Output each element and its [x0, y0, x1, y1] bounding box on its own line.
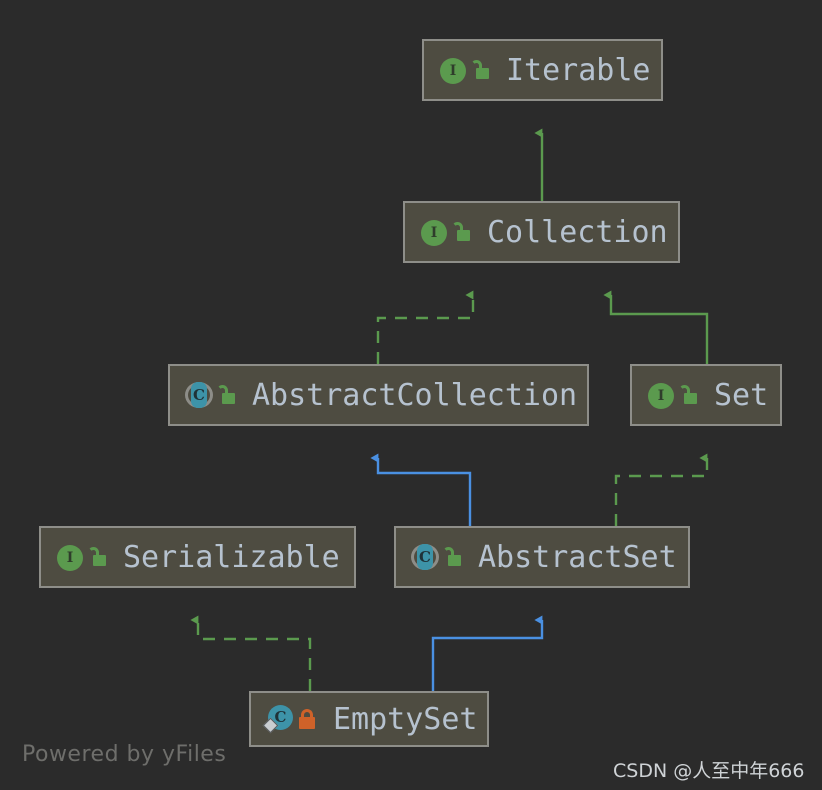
class-node-set[interactable]: I Set — [630, 364, 782, 426]
interface-icon-letter: I — [657, 388, 665, 404]
unlocked-padlock-icon — [678, 384, 698, 406]
edge-abstractset-to-abstractcollection — [370, 453, 472, 526]
unlocked-padlock-icon — [470, 59, 490, 81]
class-node-label: AbstractSet — [478, 539, 677, 575]
unlocked-padlock-icon — [451, 221, 471, 243]
inner-class-icon: C — [262, 704, 295, 734]
interface-icon-letter: I — [449, 63, 457, 79]
edge-abstractcollection-to-collection — [376, 290, 475, 364]
class-node-serializable[interactable]: I Serializable — [39, 526, 356, 588]
class-node-label: Collection — [487, 214, 668, 250]
class-node-abstract-collection[interactable]: C AbstractCollection — [168, 364, 589, 426]
csdn-watermark: CSDN @人至中年666 — [613, 760, 805, 782]
class-node-collection[interactable]: I Collection — [403, 201, 680, 263]
class-node-abstract-set[interactable]: C AbstractSet — [394, 526, 690, 588]
locked-padlock-icon — [297, 708, 317, 730]
class-node-iterable[interactable]: I Iterable — [422, 39, 663, 101]
class-node-label: Iterable — [506, 52, 651, 88]
edge-emptyset-to-serializable — [190, 615, 312, 691]
class-node-label: Serializable — [123, 539, 340, 575]
abstract-class-icon-letter: C — [193, 385, 205, 404]
abstract-class-icon-letter: C — [419, 547, 431, 566]
unlocked-padlock-icon — [216, 384, 236, 406]
edge-emptyset-to-abstractset — [431, 615, 544, 691]
class-node-label: AbstractCollection — [252, 377, 578, 413]
interface-icon-letter: I — [430, 225, 438, 241]
interface-icon: I — [646, 380, 676, 410]
unlocked-padlock-icon — [87, 546, 107, 568]
interface-icon: I — [55, 542, 85, 572]
uml-diagram-canvas: I Iterable I Collection C AbstractCollec… — [0, 0, 822, 790]
class-node-label: Set — [714, 377, 769, 413]
unlocked-padlock-icon — [442, 546, 462, 568]
interface-icon-letter: I — [66, 550, 74, 566]
interface-icon: I — [419, 217, 449, 247]
abstract-class-icon: C — [410, 542, 440, 572]
abstract-class-icon: C — [184, 380, 214, 410]
class-node-label: EmptySet — [333, 701, 478, 737]
edge-set-to-collection — [603, 290, 709, 364]
edge-abstractset-to-set — [614, 453, 709, 526]
yfiles-watermark: Powered by yFiles — [22, 742, 227, 767]
interface-icon: I — [438, 55, 468, 85]
class-node-empty-set[interactable]: C EmptySet — [249, 691, 489, 747]
